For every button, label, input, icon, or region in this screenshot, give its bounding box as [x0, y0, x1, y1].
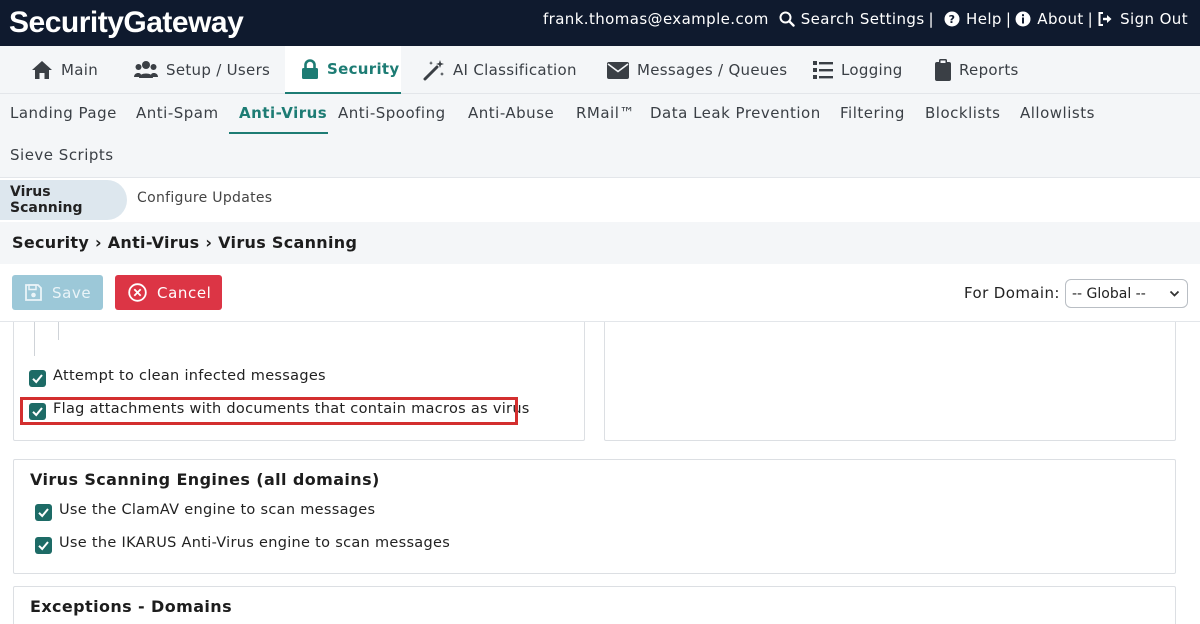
chevron-down-icon: [1169, 290, 1180, 297]
scanning-engines-card: Virus Scanning Engines (all domains) Use…: [13, 459, 1176, 574]
engines-heading: Virus Scanning Engines (all domains): [30, 470, 380, 489]
cancel-button[interactable]: Cancel: [115, 275, 222, 310]
nav-reports-label: Reports: [959, 61, 1019, 79]
home-icon: [32, 61, 52, 79]
nav-logging[interactable]: Logging: [813, 46, 903, 94]
tab-virus-scanning[interactable]: Virus Scanning: [0, 180, 127, 220]
separator: |: [1005, 10, 1012, 28]
nav-ai-classification[interactable]: AI Classification: [423, 46, 577, 94]
nav-setup-users-label: Setup / Users: [166, 61, 271, 79]
subnav-landing-page[interactable]: Landing Page: [10, 104, 117, 122]
users-icon: [134, 61, 158, 78]
help-link[interactable]: ? Help: [944, 10, 1002, 28]
breadcrumb: Security › Anti-Virus › Virus Scanning: [12, 233, 358, 252]
subnav-filtering[interactable]: Filtering: [840, 104, 905, 122]
save-label: Save: [52, 283, 92, 302]
subnav-allowlists[interactable]: Allowlists: [1020, 104, 1095, 122]
action-bar: Save Cancel For Domain: -- Global --: [0, 264, 1200, 322]
subnav-data-leak-prevention[interactable]: Data Leak Prevention: [650, 104, 821, 122]
clamav-label: Use the ClamAV engine to scan messages: [59, 502, 376, 518]
top-bar: SecurityGateway frank.thomas@example.com…: [0, 0, 1200, 46]
list-icon: [813, 61, 833, 79]
brand-logo[interactable]: SecurityGateway: [9, 5, 244, 41]
active-tab-underline: [229, 132, 328, 134]
breadcrumb-bar: Security › Anti-Virus › Virus Scanning: [0, 222, 1200, 264]
search-settings-link[interactable]: Search Settings: [779, 10, 925, 28]
sign-out-link[interactable]: Sign Out: [1097, 10, 1188, 28]
check-icon: [38, 541, 49, 551]
clean-infected-checkbox[interactable]: [29, 370, 46, 387]
subnav-anti-spoofing[interactable]: Anti-Spoofing: [338, 104, 446, 122]
clipboard-icon: [935, 59, 951, 81]
about-link[interactable]: About: [1015, 10, 1083, 28]
separator: |: [1087, 10, 1094, 28]
nav-reports[interactable]: Reports: [935, 46, 1019, 94]
nav-main-label: Main: [61, 61, 99, 79]
magic-wand-icon: [423, 60, 444, 81]
subnav-blocklists[interactable]: Blocklists: [925, 104, 1000, 122]
sub-nav: Landing Page Anti-Spam Anti-Virus Anti-S…: [0, 94, 1200, 178]
save-button[interactable]: Save: [12, 275, 103, 310]
ikarus-label: Use the IKARUS Anti-Virus engine to scan…: [59, 535, 451, 551]
lock-icon: [302, 58, 318, 79]
question-circle-icon: ?: [944, 11, 960, 27]
highlight-box: [20, 397, 518, 425]
nav-ai-classification-label: AI Classification: [453, 61, 577, 79]
floppy-disk-icon: [25, 284, 42, 301]
check-icon: [32, 374, 43, 384]
help-label: Help: [966, 10, 1002, 28]
nav-messages-queues-label: Messages / Queues: [637, 61, 788, 79]
search-icon: [779, 11, 795, 27]
main-nav: Main Setup / Users Security AI Classific…: [0, 46, 1200, 94]
nav-security-label: Security: [327, 60, 400, 78]
subnav-anti-virus[interactable]: Anti-Virus: [239, 104, 327, 122]
tab-configure-updates[interactable]: Configure Updates: [137, 190, 272, 206]
tree-line: [58, 320, 59, 340]
exceptions-heading: Exceptions - Domains: [30, 597, 232, 616]
domain-select[interactable]: -- Global --: [1065, 279, 1188, 308]
nav-logging-label: Logging: [841, 61, 903, 79]
nav-setup-users[interactable]: Setup / Users: [134, 46, 270, 94]
top-links: frank.thomas@example.com Search Settings…: [543, 9, 1188, 29]
subnav-anti-abuse[interactable]: Anti-Abuse: [468, 104, 554, 122]
nav-messages-queues[interactable]: Messages / Queues: [607, 46, 787, 94]
ikarus-checkbox[interactable]: [35, 537, 52, 554]
domain-select-value: -- Global --: [1072, 285, 1146, 302]
tree-line: [34, 320, 35, 356]
subnav-anti-spam[interactable]: Anti-Spam: [136, 104, 219, 122]
nav-security[interactable]: Security: [285, 46, 401, 94]
about-label: About: [1037, 10, 1084, 28]
envelope-icon: [607, 61, 629, 79]
sign-out-label: Sign Out: [1120, 10, 1188, 28]
close-circle-icon: [128, 283, 147, 302]
user-email[interactable]: frank.thomas@example.com: [543, 10, 769, 28]
clamav-checkbox[interactable]: [35, 504, 52, 521]
info-circle-icon: [1015, 11, 1031, 27]
nav-main[interactable]: Main: [31, 46, 98, 94]
cancel-label: Cancel: [157, 283, 212, 302]
third-nav: Virus Scanning Configure Updates: [0, 178, 1200, 222]
separator: |: [928, 10, 935, 28]
exceptions-domains-card: Exceptions - Domains: [13, 586, 1176, 624]
subnav-rmail[interactable]: RMail™: [576, 104, 635, 122]
check-icon: [38, 508, 49, 518]
subnav-sieve-scripts[interactable]: Sieve Scripts: [10, 146, 114, 164]
search-settings-label: Search Settings: [800, 10, 925, 28]
for-domain-label: For Domain:: [964, 284, 1060, 302]
svg-text:?: ?: [949, 13, 956, 26]
sign-out-icon: [1098, 12, 1112, 26]
clean-infected-label: Attempt to clean infected messages: [53, 368, 326, 384]
